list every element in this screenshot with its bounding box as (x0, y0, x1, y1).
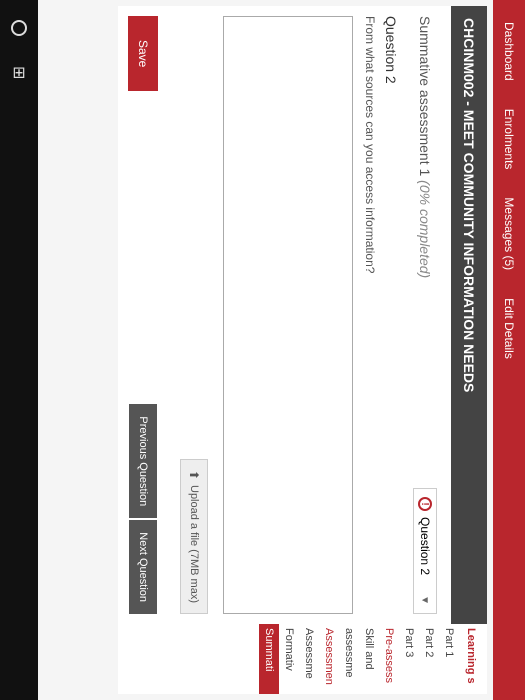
sidebar-item-active[interactable]: Summati (259, 624, 279, 694)
top-nav: Dashboard Enrolments Messages (5) Edit D… (493, 0, 525, 700)
answer-textarea[interactable] (223, 16, 353, 614)
sidebar-heading: Learning s (465, 628, 477, 690)
nav-edit-details[interactable]: Edit Details (502, 284, 516, 373)
dropdown-label: Question 2 (418, 517, 432, 575)
taskbar: ⊞ (0, 0, 38, 700)
assessment-title: Summative assessment 1 (0% completed) (417, 16, 433, 278)
previous-question-button[interactable]: Previous Question (129, 404, 157, 518)
chevron-down-icon: ▼ (420, 595, 431, 605)
task-view-icon[interactable]: ⊞ (9, 66, 29, 79)
nav-messages[interactable]: Messages (5) (502, 183, 516, 284)
question-label: Question 2 (383, 16, 399, 614)
sidebar-item[interactable]: Assessme (299, 628, 319, 690)
next-question-button[interactable]: Next Question (129, 520, 157, 614)
question-text: From what sources can you access informa… (363, 16, 377, 614)
upload-file-button[interactable]: ⬆ Upload a file (7MB max) (180, 459, 208, 614)
sidebar-item[interactable]: Skill and (359, 628, 379, 690)
question-dropdown[interactable]: ! Question 2 ▼ (413, 488, 437, 614)
save-button[interactable]: Save (128, 16, 158, 91)
sidebar-item[interactable]: Part 2 (419, 628, 439, 690)
sidebar-item[interactable]: Part 3 (399, 628, 419, 690)
sidebar-item[interactable]: Formativ (279, 628, 299, 690)
upload-icon: ⬆ (187, 470, 201, 480)
sidebar-item[interactable]: Assessmen (319, 628, 339, 690)
sidebar-item[interactable]: Pre-assess (379, 628, 399, 690)
sidebar: Learning s Part 1 Part 2 Part 3 Pre-asse… (118, 624, 487, 694)
nav-dashboard[interactable]: Dashboard (502, 8, 516, 95)
cortana-icon[interactable] (11, 20, 27, 36)
sidebar-item[interactable]: assessme (339, 628, 359, 690)
nav-enrolments[interactable]: Enrolments (502, 95, 516, 184)
course-header: CHCINM002 - MEET COMMUNITY INFORMATION N… (451, 6, 487, 624)
alert-icon: ! (418, 497, 432, 511)
sidebar-item[interactable]: Part 1 (439, 628, 459, 690)
